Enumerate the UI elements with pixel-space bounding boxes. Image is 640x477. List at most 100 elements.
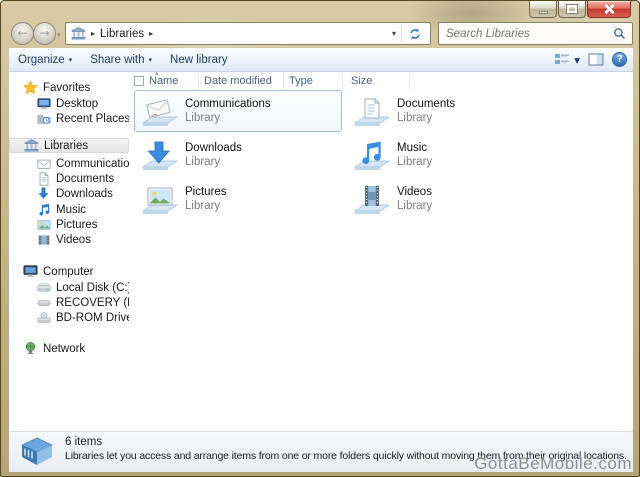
library-tile-documents[interactable]: Documents Library xyxy=(346,90,554,132)
disc-drive-icon xyxy=(36,311,51,325)
videos-library-icon xyxy=(347,182,397,216)
item-name: Communications xyxy=(185,98,271,110)
sidebar-item-favorites[interactable]: Favorites xyxy=(23,80,90,95)
libraries-icon xyxy=(24,138,39,153)
search-box[interactable] xyxy=(438,22,633,45)
select-all-checkbox[interactable] xyxy=(134,76,144,86)
sidebar-label: Computer xyxy=(43,265,94,278)
computer-icon xyxy=(23,264,38,279)
item-kind: Library xyxy=(397,200,433,212)
breadcrumb-arrow-icon[interactable]: ▸ xyxy=(149,29,153,38)
item-name: Documents xyxy=(397,98,456,110)
column-divider[interactable] xyxy=(198,73,199,89)
music-note-icon xyxy=(36,203,51,216)
column-size[interactable]: Size xyxy=(351,72,372,90)
sidebar-item-recent-places[interactable]: Recent Places xyxy=(36,111,130,126)
back-button[interactable]: ← xyxy=(11,22,34,45)
library-tile-communications[interactable]: Communications Library xyxy=(134,90,342,132)
sidebar-label: Favorites xyxy=(43,81,91,94)
item-count: 6 items xyxy=(65,436,103,448)
sidebar-item-local-disk-c[interactable]: Local Disk (C:) xyxy=(36,280,131,295)
item-name: Music xyxy=(397,142,428,154)
sidebar-label: Network xyxy=(43,342,86,355)
sidebar-item-libraries[interactable]: Libraries xyxy=(9,138,129,153)
sidebar-item-pictures[interactable]: Pictures xyxy=(36,217,98,232)
library-box-icon xyxy=(19,436,55,472)
column-divider[interactable] xyxy=(342,73,343,89)
sidebar-label: Documents xyxy=(56,172,115,185)
music-library-icon xyxy=(347,138,397,172)
item-kind: Library xyxy=(185,112,221,124)
sidebar-item-desktop[interactable]: Desktop xyxy=(36,96,98,111)
sidebar-label: Videos xyxy=(56,233,91,246)
minimize-button[interactable] xyxy=(529,1,557,18)
column-name[interactable]: Name xyxy=(149,72,178,90)
refresh-button[interactable] xyxy=(404,25,426,43)
column-date-modified[interactable]: Date modified xyxy=(204,72,272,90)
preview-pane-icon xyxy=(588,53,604,66)
sidebar-label: Music xyxy=(56,203,87,216)
watermark: GottaBeMobile.com xyxy=(474,454,632,473)
item-kind: Library xyxy=(185,200,221,212)
forward-button[interactable]: → xyxy=(33,22,56,45)
breadcrumb-libraries[interactable]: Libraries xyxy=(100,28,144,40)
sidebar-item-network[interactable]: Network xyxy=(23,341,85,356)
preview-pane-button[interactable] xyxy=(588,53,604,66)
desktop-icon xyxy=(36,97,51,111)
minimize-icon xyxy=(538,10,548,14)
sidebar-item-communications[interactable]: Communications xyxy=(36,156,142,171)
sidebar-item-computer[interactable]: Computer xyxy=(23,264,94,279)
caption-buttons xyxy=(528,1,631,18)
recent-pages-chevron-icon[interactable]: ▾ xyxy=(57,31,61,39)
sidebar-item-music[interactable]: Music xyxy=(36,202,86,217)
maximize-icon xyxy=(566,4,578,14)
change-view-button[interactable]: ▾ xyxy=(554,53,580,67)
chevron-down-icon: ▾ xyxy=(574,52,580,67)
new-library-button[interactable]: New library xyxy=(161,48,237,71)
sidebar-label: Pictures xyxy=(56,218,98,231)
sidebar-label: Recent Places xyxy=(56,112,131,125)
column-divider[interactable] xyxy=(283,73,284,89)
pictures-library-icon xyxy=(135,182,185,216)
organize-label: Organize xyxy=(18,53,65,66)
share-with-button[interactable]: Share with ▾ xyxy=(81,48,161,71)
sidebar-label: Downloads xyxy=(56,187,113,200)
star-icon xyxy=(23,80,38,95)
refresh-icon xyxy=(410,28,420,40)
column-header-row: ▴ Name Date modified Type Size xyxy=(129,69,633,90)
sidebar-item-downloads[interactable]: Downloads xyxy=(36,186,113,201)
share-with-label: Share with xyxy=(90,53,145,66)
maximize-button[interactable] xyxy=(558,1,586,18)
address-dropdown-chevron-icon[interactable]: ▾ xyxy=(392,29,396,38)
close-button[interactable] xyxy=(587,1,631,18)
disk-drive-icon xyxy=(36,281,51,295)
organize-button[interactable]: Organize ▾ xyxy=(9,48,81,71)
disk-drive-icon xyxy=(36,296,51,310)
navigation-pane: Favorites Desktop Recent Places Librarie… xyxy=(9,72,161,431)
close-icon xyxy=(603,3,615,15)
library-tile-pictures[interactable]: Pictures Library xyxy=(134,178,342,220)
envelope-icon xyxy=(36,157,51,171)
network-icon xyxy=(23,341,38,356)
search-icon[interactable] xyxy=(613,27,626,40)
breadcrumb-arrow-icon: ▸ xyxy=(91,29,96,38)
library-tile-downloads[interactable]: Downloads Library xyxy=(134,134,342,176)
chevron-down-icon: ▾ xyxy=(68,55,73,64)
library-tile-videos[interactable]: Videos Library xyxy=(346,178,554,220)
sidebar-item-recovery-d[interactable]: RECOVERY (D:) xyxy=(36,295,142,310)
sidebar-item-documents[interactable]: Documents xyxy=(36,171,114,186)
sidebar-item-videos[interactable]: Videos xyxy=(36,232,91,247)
item-kind: Library xyxy=(397,112,433,124)
column-divider[interactable] xyxy=(409,73,410,89)
search-input[interactable] xyxy=(439,27,613,40)
communications-library-icon xyxy=(135,94,185,128)
address-bar[interactable]: ▸ Libraries ▸ ▾ xyxy=(65,22,431,45)
recent-places-icon xyxy=(36,112,51,126)
sidebar-label: Local Disk (C:) xyxy=(56,281,132,294)
help-button[interactable]: ? xyxy=(612,52,627,67)
library-tile-music[interactable]: Music Library xyxy=(346,134,554,176)
views-icon xyxy=(555,53,570,64)
file-list: Communications Library Documents Library… xyxy=(129,90,633,431)
column-type[interactable]: Type xyxy=(289,72,313,90)
new-library-label: New library xyxy=(170,53,228,66)
